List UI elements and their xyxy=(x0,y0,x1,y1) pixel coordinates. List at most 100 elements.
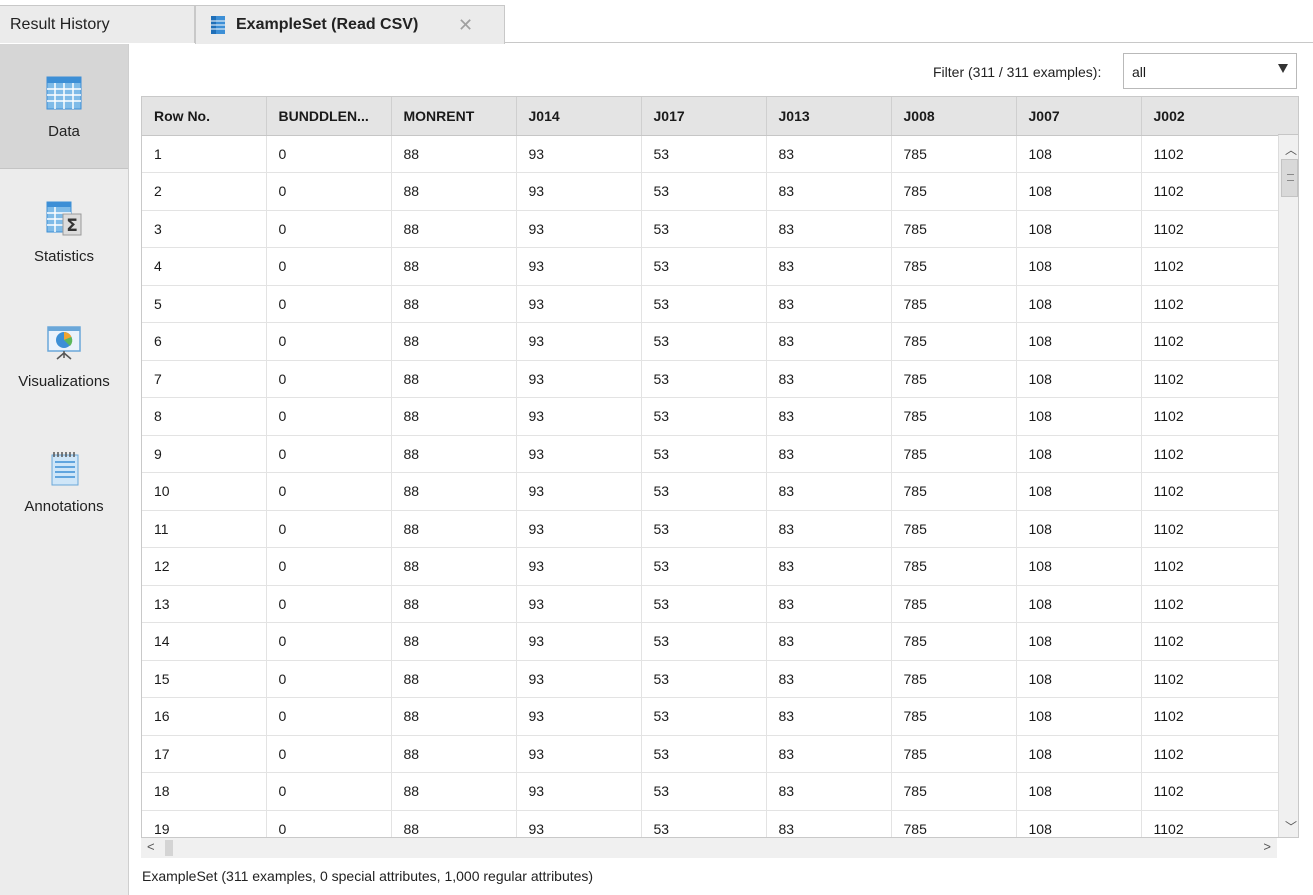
table-cell[interactable]: 0 xyxy=(266,135,392,173)
table-row[interactable]: 8 0 88 93 53 83 785 108 1102 xyxy=(142,397,1279,436)
table-cell[interactable]: 93 xyxy=(516,247,642,286)
table-cell[interactable]: 93 xyxy=(516,435,642,473)
table-cell[interactable]: 108 xyxy=(1016,472,1142,511)
table-cell[interactable]: 0 xyxy=(266,697,392,736)
scroll-thumb[interactable] xyxy=(1281,159,1298,197)
table-cell[interactable]: 53 xyxy=(641,810,767,837)
table-cell[interactable]: 83 xyxy=(766,247,892,286)
table-cell[interactable]: 88 xyxy=(391,585,517,623)
table-cell[interactable]: 83 xyxy=(766,435,892,473)
table-cell[interactable]: 1102 xyxy=(1141,397,1279,436)
table-cell[interactable]: 83 xyxy=(766,210,892,248)
filter-dropdown[interactable]: all xyxy=(1123,53,1297,89)
table-cell[interactable]: 9 xyxy=(142,435,267,473)
table-cell[interactable]: 88 xyxy=(391,472,517,511)
table-cell[interactable]: 0 xyxy=(266,472,392,511)
chevron-left-icon[interactable]: < xyxy=(147,839,155,854)
table-cell[interactable]: 1102 xyxy=(1141,510,1279,548)
table-cell[interactable]: 785 xyxy=(891,697,1017,736)
table-cell[interactable]: 53 xyxy=(641,247,767,286)
table-row[interactable]: 6 0 88 93 53 83 785 108 1102 xyxy=(142,322,1279,361)
table-cell[interactable]: 88 xyxy=(391,397,517,436)
table-cell[interactable]: 1 xyxy=(142,135,267,173)
table-row[interactable]: 4 0 88 93 53 83 785 108 1102 xyxy=(142,247,1279,286)
table-cell[interactable]: 93 xyxy=(516,360,642,398)
table-cell[interactable]: 93 xyxy=(516,210,642,248)
table-cell[interactable]: 53 xyxy=(641,210,767,248)
table-cell[interactable]: 0 xyxy=(266,285,392,323)
table-cell[interactable]: 93 xyxy=(516,547,642,586)
table-row[interactable]: 18 0 88 93 53 83 785 108 1102 xyxy=(142,772,1279,811)
table-cell[interactable]: 83 xyxy=(766,697,892,736)
table-cell[interactable]: 785 xyxy=(891,172,1017,211)
table-cell[interactable]: 83 xyxy=(766,660,892,698)
table-cell[interactable]: 83 xyxy=(766,472,892,511)
table-row[interactable]: 3 0 88 93 53 83 785 108 1102 xyxy=(142,210,1279,248)
table-cell[interactable]: 53 xyxy=(641,660,767,698)
table-cell[interactable]: 108 xyxy=(1016,435,1142,473)
table-cell[interactable]: 0 xyxy=(266,510,392,548)
table-cell[interactable]: 83 xyxy=(766,735,892,773)
table-cell[interactable]: 16 xyxy=(142,697,267,736)
table-cell[interactable]: 785 xyxy=(891,622,1017,661)
table-cell[interactable]: 1102 xyxy=(1141,210,1279,248)
table-cell[interactable]: 1102 xyxy=(1141,135,1279,173)
sidebar-item-visualizations[interactable]: Visualizations xyxy=(0,294,128,419)
table-cell[interactable]: 83 xyxy=(766,547,892,586)
table-cell[interactable]: 785 xyxy=(891,585,1017,623)
table-cell[interactable]: 19 xyxy=(142,810,267,837)
table-cell[interactable]: 53 xyxy=(641,172,767,211)
table-cell[interactable]: 785 xyxy=(891,360,1017,398)
sidebar-item-data[interactable]: Data xyxy=(0,44,128,169)
table-cell[interactable]: 785 xyxy=(891,285,1017,323)
table-cell[interactable]: 785 xyxy=(891,510,1017,548)
table-cell[interactable]: 785 xyxy=(891,735,1017,773)
table-cell[interactable]: 88 xyxy=(391,247,517,286)
table-cell[interactable]: 1102 xyxy=(1141,735,1279,773)
table-cell[interactable]: 0 xyxy=(266,585,392,623)
table-row[interactable]: 5 0 88 93 53 83 785 108 1102 xyxy=(142,285,1279,323)
table-cell[interactable]: 53 xyxy=(641,510,767,548)
table-cell[interactable]: 7 xyxy=(142,360,267,398)
table-cell[interactable]: 1102 xyxy=(1141,585,1279,623)
table-cell[interactable]: 108 xyxy=(1016,172,1142,211)
table-cell[interactable]: 108 xyxy=(1016,622,1142,661)
table-cell[interactable]: 108 xyxy=(1016,735,1142,773)
table-row[interactable]: 19 0 88 93 53 83 785 108 1102 xyxy=(142,810,1279,837)
table-cell[interactable]: 83 xyxy=(766,172,892,211)
sidebar-item-statistics[interactable]: Σ Statistics xyxy=(0,169,128,294)
table-cell[interactable]: 108 xyxy=(1016,585,1142,623)
table-cell[interactable]: 93 xyxy=(516,660,642,698)
column-header[interactable]: J007 xyxy=(1016,97,1142,136)
table-cell[interactable]: 88 xyxy=(391,735,517,773)
chevron-down-icon[interactable]: ﹀ xyxy=(1285,818,1297,835)
table-cell[interactable]: 83 xyxy=(766,772,892,811)
table-cell[interactable]: 10 xyxy=(142,472,267,511)
column-header[interactable]: J008 xyxy=(891,97,1017,136)
table-row[interactable]: 12 0 88 93 53 83 785 108 1102 xyxy=(142,547,1279,586)
table-cell[interactable]: 108 xyxy=(1016,397,1142,436)
table-cell[interactable]: 785 xyxy=(891,247,1017,286)
table-cell[interactable]: 53 xyxy=(641,697,767,736)
table-cell[interactable]: 93 xyxy=(516,697,642,736)
column-header[interactable]: J013 xyxy=(766,97,892,136)
table-cell[interactable]: 53 xyxy=(641,547,767,586)
table-row[interactable]: 7 0 88 93 53 83 785 108 1102 xyxy=(142,360,1279,398)
table-cell[interactable]: 83 xyxy=(766,510,892,548)
table-cell[interactable]: 6 xyxy=(142,322,267,361)
table-cell[interactable]: 108 xyxy=(1016,697,1142,736)
table-cell[interactable]: 0 xyxy=(266,622,392,661)
table-cell[interactable]: 108 xyxy=(1016,322,1142,361)
table-cell[interactable]: 93 xyxy=(516,735,642,773)
close-icon[interactable]: ✕ xyxy=(458,15,473,36)
table-cell[interactable]: 785 xyxy=(891,810,1017,837)
table-cell[interactable]: 108 xyxy=(1016,772,1142,811)
table-cell[interactable]: 88 xyxy=(391,510,517,548)
table-cell[interactable]: 93 xyxy=(516,622,642,661)
table-row[interactable]: 14 0 88 93 53 83 785 108 1102 xyxy=(142,622,1279,661)
table-cell[interactable]: 88 xyxy=(391,435,517,473)
table-cell[interactable]: 1102 xyxy=(1141,435,1279,473)
table-cell[interactable]: 93 xyxy=(516,285,642,323)
table-cell[interactable]: 0 xyxy=(266,547,392,586)
table-cell[interactable]: 93 xyxy=(516,135,642,173)
